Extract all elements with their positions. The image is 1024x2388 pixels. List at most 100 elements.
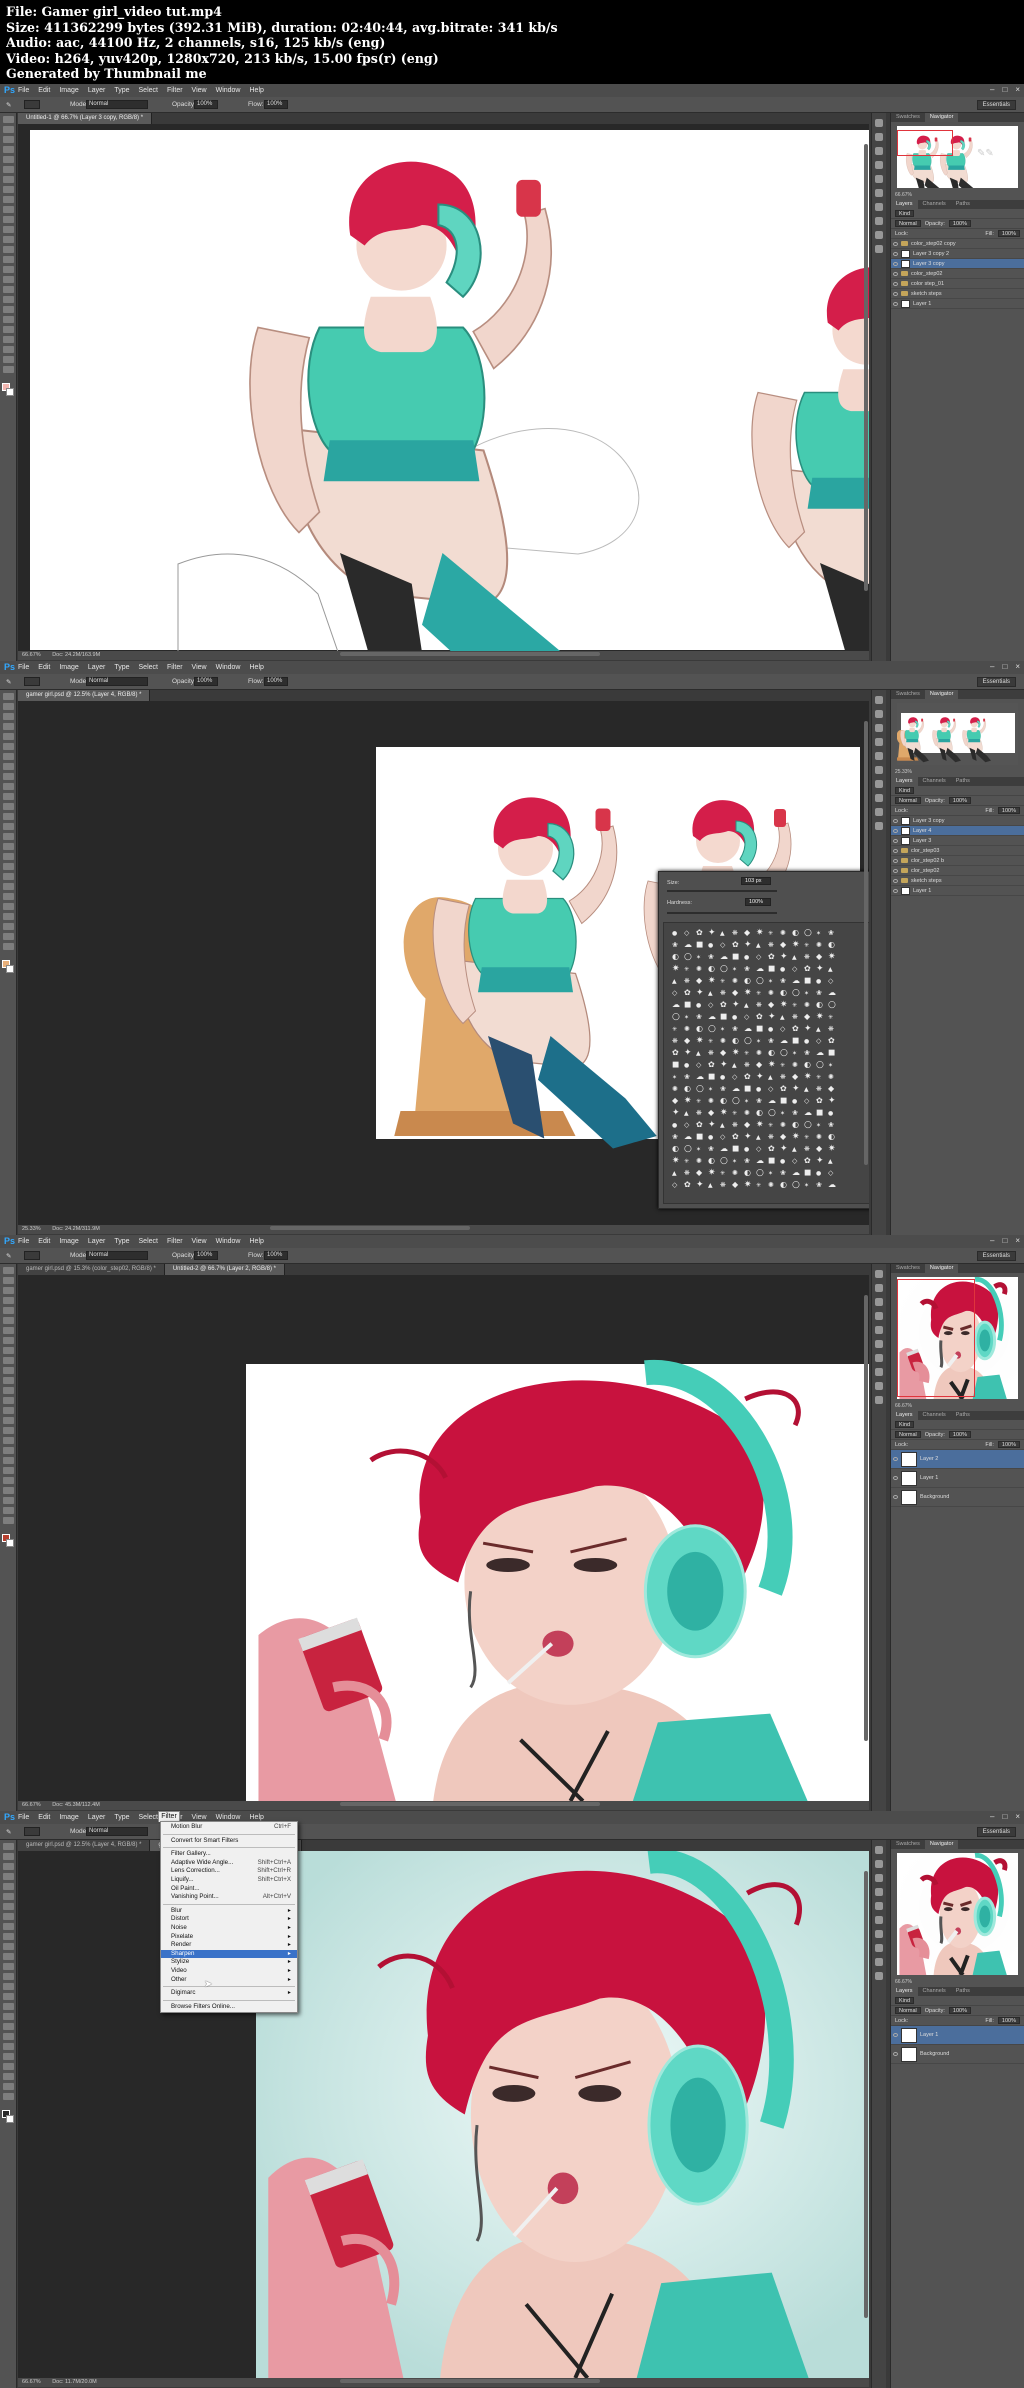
panel-icon[interactable]: [875, 1284, 883, 1292]
window-control-2[interactable]: ×: [1015, 85, 1020, 94]
panel-icon[interactable]: [875, 175, 883, 183]
visibility-eye-icon[interactable]: [893, 818, 898, 823]
menu-help[interactable]: Help: [250, 1814, 264, 1821]
panel-icon[interactable]: [875, 1888, 883, 1896]
visibility-eye-icon[interactable]: [893, 868, 898, 873]
document-tab[interactable]: Untitled-1 @ 66.7% (Layer 3 copy, RGB/8)…: [18, 113, 153, 124]
tool-icon[interactable]: [2, 1287, 14, 1294]
menu-type[interactable]: Type: [114, 87, 129, 94]
menu-view[interactable]: View: [192, 87, 207, 94]
panel-icon[interactable]: [875, 710, 883, 718]
tool-icon[interactable]: [2, 146, 14, 153]
filter-menu-item[interactable]: Stylize ▸: [161, 1958, 297, 1967]
workspace-switcher[interactable]: Essentials: [976, 1251, 1016, 1261]
tool-icon[interactable]: [2, 1497, 14, 1504]
tab-channels[interactable]: Channels: [918, 777, 951, 786]
tool-icon[interactable]: [2, 326, 14, 333]
brush-tool-icon[interactable]: ✎: [6, 1828, 11, 1836]
tool-icon[interactable]: [2, 356, 14, 363]
panel-icon[interactable]: [875, 794, 883, 802]
tool-icon[interactable]: [2, 156, 14, 163]
tool-icon[interactable]: [2, 166, 14, 173]
layer-row[interactable]: Layer 4: [891, 826, 1024, 836]
menu-edit[interactable]: Edit: [38, 664, 50, 671]
navigator-preview[interactable]: [897, 703, 1018, 765]
layer-opacity-field[interactable]: 100%: [948, 220, 971, 227]
tool-icon[interactable]: [2, 1983, 14, 1990]
panel-icon[interactable]: [875, 217, 883, 225]
menu-type[interactable]: Type: [114, 1238, 129, 1245]
visibility-eye-icon[interactable]: [893, 1495, 898, 1499]
flow-field[interactable]: 100%: [264, 1251, 288, 1260]
tool-icon[interactable]: [2, 823, 14, 830]
tool-icon[interactable]: [2, 276, 14, 283]
layer-opacity-field[interactable]: 100%: [948, 1431, 971, 1438]
menu-help[interactable]: Help: [250, 87, 264, 94]
document-tab[interactable]: gamer girl.psd @ 12.5% (Layer 4, RGB/8) …: [18, 1840, 151, 1851]
menu-window[interactable]: Window: [216, 1814, 241, 1821]
tool-icon[interactable]: [2, 196, 14, 203]
layer-row[interactable]: clor_step02: [891, 866, 1024, 876]
panel-icon[interactable]: [875, 1396, 883, 1404]
navigator-view-box[interactable]: [897, 130, 953, 156]
layer-row[interactable]: sketch steps: [891, 876, 1024, 886]
tool-icon[interactable]: [2, 1407, 14, 1414]
layer-row[interactable]: Layer 1: [891, 2026, 1024, 2045]
tool-icon[interactable]: [2, 783, 14, 790]
horizontal-scrollbar[interactable]: [340, 652, 600, 656]
tab-paths[interactable]: Paths: [951, 200, 975, 209]
tab-swatches[interactable]: Swatches: [891, 1264, 925, 1273]
background-color-swatch[interactable]: [6, 1539, 14, 1547]
tool-icon[interactable]: [2, 1367, 14, 1374]
brush-size-field[interactable]: 103 px: [741, 877, 771, 885]
filter-menu-item[interactable]: Sharpen ▸: [161, 1949, 297, 1959]
fill-field[interactable]: 100%: [997, 230, 1020, 237]
visibility-eye-icon[interactable]: [893, 1476, 898, 1480]
tool-icon[interactable]: [2, 306, 14, 313]
tab-navigator[interactable]: Navigator: [924, 113, 959, 122]
layer-opacity-field[interactable]: 100%: [948, 797, 971, 804]
tool-icon[interactable]: [2, 176, 14, 183]
filter-menu-item[interactable]: Convert for Smart Filters: [161, 1837, 297, 1846]
tool-icon[interactable]: [2, 943, 14, 950]
tab-channels[interactable]: Channels: [918, 200, 951, 209]
layer-row[interactable]: Background: [891, 2045, 1024, 2064]
tool-icon[interactable]: [2, 1447, 14, 1454]
tool-icon[interactable]: [2, 206, 14, 213]
window-control-1[interactable]: □: [1002, 1236, 1007, 1245]
visibility-eye-icon[interactable]: [893, 281, 898, 286]
tool-icon[interactable]: [2, 286, 14, 293]
panel-icon[interactable]: [875, 724, 883, 732]
tool-icon[interactable]: [2, 1933, 14, 1940]
brush-preset-picker[interactable]: [24, 1251, 40, 1260]
tool-icon[interactable]: [2, 843, 14, 850]
tool-icon[interactable]: [2, 913, 14, 920]
tool-icon[interactable]: [2, 1913, 14, 1920]
visibility-eye-icon[interactable]: [893, 858, 898, 863]
menu-filter[interactable]: Filter: [167, 664, 183, 671]
tool-icon[interactable]: [2, 1893, 14, 1900]
background-color-swatch[interactable]: [6, 388, 14, 396]
menu-help[interactable]: Help: [250, 664, 264, 671]
tool-icon[interactable]: [2, 1953, 14, 1960]
layer-row[interactable]: color_step02: [891, 269, 1024, 279]
flow-field[interactable]: 100%: [264, 100, 288, 109]
panel-icon[interactable]: [875, 1930, 883, 1938]
background-color-swatch[interactable]: [6, 965, 14, 973]
panel-icon[interactable]: [875, 1298, 883, 1306]
tool-icon[interactable]: [2, 1457, 14, 1464]
tool-icon[interactable]: [2, 2063, 14, 2070]
workspace-switcher[interactable]: Essentials: [976, 100, 1016, 110]
tool-icon[interactable]: [2, 1903, 14, 1910]
tool-icon[interactable]: [2, 2043, 14, 2050]
tool-icon[interactable]: [2, 1963, 14, 1970]
tool-icon[interactable]: [2, 1883, 14, 1890]
panel-icon[interactable]: [875, 1270, 883, 1278]
tab-layers[interactable]: Layers: [891, 1987, 918, 1996]
window-control-0[interactable]: –: [990, 662, 994, 671]
panel-icon[interactable]: [875, 245, 883, 253]
tool-icon[interactable]: [2, 1943, 14, 1950]
layer-filter-kind[interactable]: Kind: [895, 210, 915, 217]
menu-view[interactable]: View: [192, 664, 207, 671]
tool-icon[interactable]: [2, 723, 14, 730]
